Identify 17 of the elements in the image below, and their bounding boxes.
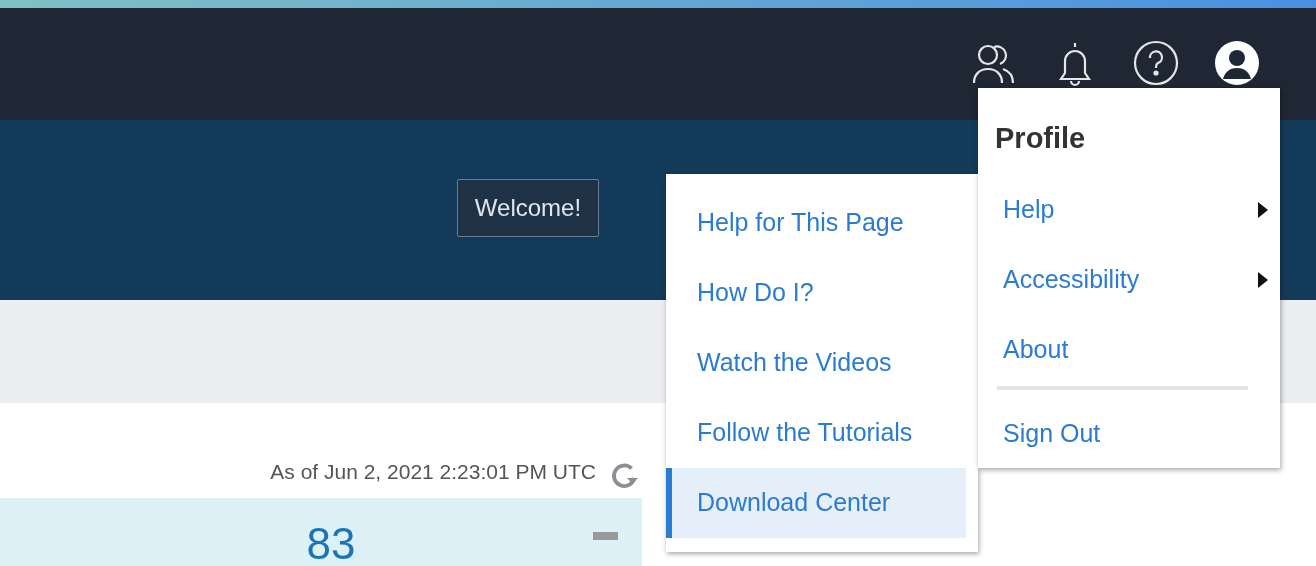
help-icon[interactable] xyxy=(1132,39,1180,87)
submenu-item[interactable]: How Do I? xyxy=(666,258,966,328)
timestamp-text: As of Jun 2, 2021 2:23:01 PM UTC xyxy=(270,459,596,484)
metric-value: 83 xyxy=(306,522,356,566)
submenu-arrow-icon xyxy=(1258,201,1268,218)
submenu-item[interactable]: Watch the Videos xyxy=(666,328,966,398)
avatar-icon[interactable] xyxy=(1213,39,1261,87)
welcome-button[interactable]: Welcome! xyxy=(456,179,600,237)
submenu-item[interactable]: Help for This Page xyxy=(666,188,966,258)
menu-title: Profile xyxy=(995,122,1087,155)
menu-item[interactable]: Accessibility xyxy=(1003,244,1270,314)
submenu-item[interactable]: Download Center xyxy=(666,468,966,538)
menu-item[interactable]: Sign Out xyxy=(1003,398,1270,468)
submenu-arrow-icon xyxy=(1258,271,1268,288)
menu-item[interactable]: Help xyxy=(1003,174,1270,244)
submenu-item[interactable]: Follow the Tutorials xyxy=(666,398,966,468)
menu-item[interactable]: About xyxy=(1003,314,1270,384)
